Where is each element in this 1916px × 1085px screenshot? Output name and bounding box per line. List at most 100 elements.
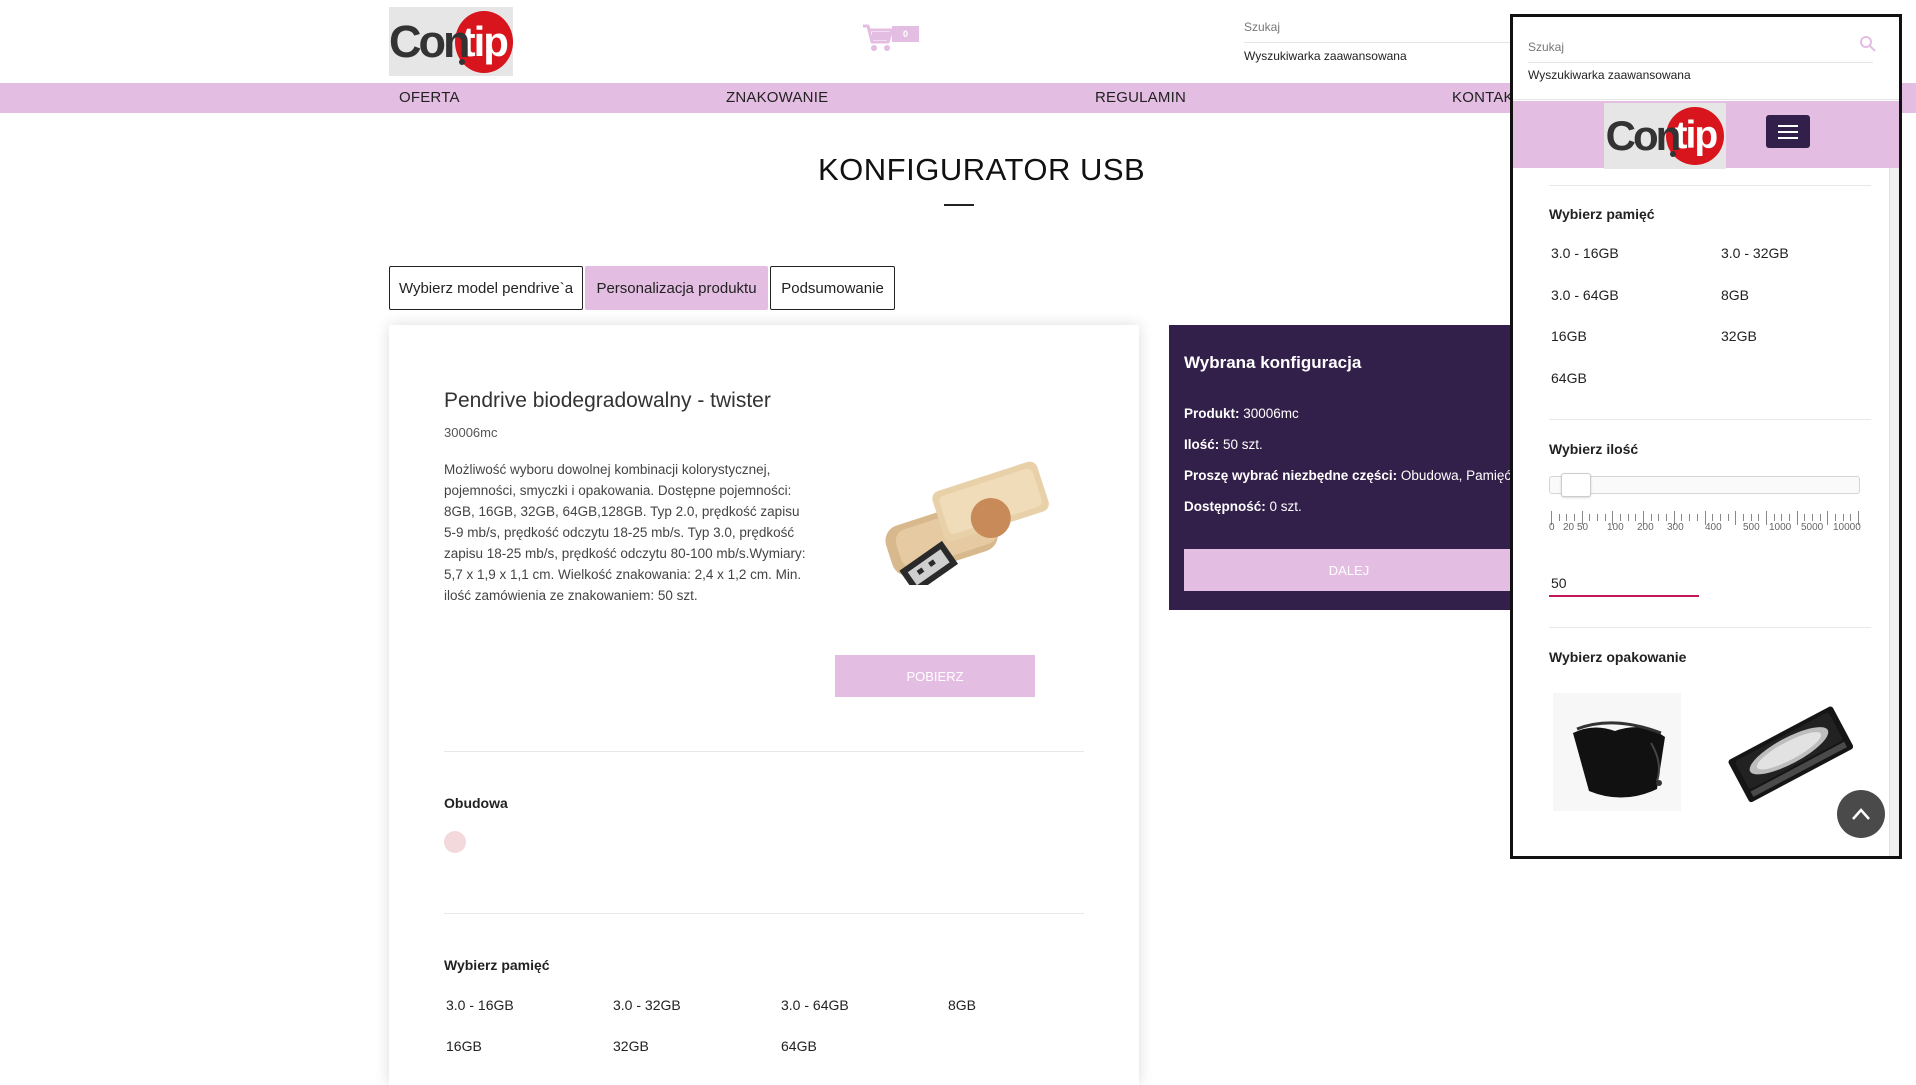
nav-item-oferta[interactable]: OFERTA <box>399 89 460 106</box>
tab-choose-model[interactable]: Wybierz model pendrive`a <box>389 266 583 310</box>
slider-tick-label: 50 <box>1577 522 1589 533</box>
mobile-memory-option[interactable]: 16GB <box>1551 328 1587 344</box>
slider-tick <box>1627 514 1629 521</box>
slider-tick-label: 5000 <box>1801 522 1824 533</box>
slider-tick <box>1811 514 1813 521</box>
search-input[interactable]: Szukaj <box>1244 20 1280 34</box>
quantity-input[interactable]: 50 <box>1549 575 1699 597</box>
menu-toggle-button[interactable] <box>1766 115 1810 148</box>
mobile-advanced-search-link[interactable]: Wyszukiwarka zaawansowana <box>1528 68 1691 82</box>
product-description: Możliwość wyboru dowolnej kombinacji kol… <box>444 462 806 603</box>
config-product-row: Produkt: 30006mc <box>1184 406 1299 421</box>
slider-tick <box>1735 511 1737 525</box>
slider-tick <box>1781 514 1783 521</box>
slider-tick <box>1834 514 1836 521</box>
slider-tick <box>1558 514 1560 521</box>
packaging-box-image[interactable] <box>1725 693 1853 811</box>
slider-tick <box>1788 514 1790 521</box>
section-divider <box>1549 185 1871 186</box>
search-underline <box>1244 42 1514 43</box>
section-divider <box>444 751 1084 752</box>
slider-tick <box>1604 514 1606 521</box>
slider-tick <box>1796 511 1798 525</box>
packaging-pouch-image[interactable] <box>1553 693 1681 811</box>
cart-icon[interactable] <box>862 24 894 52</box>
mobile-memory-option[interactable]: 3.0 - 64GB <box>1551 287 1619 303</box>
section-divider <box>1549 627 1871 628</box>
slider-tick <box>1719 514 1721 521</box>
slider-tick <box>1620 514 1622 521</box>
slider-tick <box>1750 514 1752 521</box>
nav-item-kontakt[interactable]: KONTAK <box>1452 89 1514 106</box>
product-code: 30006mc <box>444 425 498 440</box>
configuration-title: Wybrana konfiguracja <box>1184 353 1362 372</box>
slider-tick <box>1689 514 1691 521</box>
memory-option[interactable]: 64GB <box>781 1038 817 1054</box>
quantity-label: Wybierz ilość <box>1549 441 1639 457</box>
slider-tick <box>1597 514 1599 521</box>
next-button[interactable]: DALEJ <box>1184 549 1514 591</box>
section-divider <box>444 913 1084 914</box>
product-title: Pendrive biodegradowalny - twister <box>444 389 771 412</box>
slider-tick <box>1765 511 1767 525</box>
mobile-memory-option[interactable]: 32GB <box>1721 328 1757 344</box>
memory-option[interactable]: 3.0 - 16GB <box>446 997 514 1013</box>
memory-option[interactable]: 8GB <box>948 997 976 1013</box>
slider-tick-label: 300 <box>1667 522 1684 533</box>
mobile-memory-option[interactable]: 3.0 - 16GB <box>1551 245 1619 261</box>
slider-tick <box>1658 514 1660 521</box>
slider-tick <box>1589 514 1591 521</box>
memory-option[interactable]: 32GB <box>613 1038 649 1054</box>
memory-label: Wybierz pamięć <box>444 957 550 973</box>
header-divider <box>1513 99 1899 100</box>
product-image <box>885 461 1049 585</box>
slider-tick-label: 10000 <box>1833 522 1861 533</box>
chevron-up-icon <box>1852 808 1870 820</box>
mobile-search-underline <box>1528 62 1873 63</box>
slider-tick-label: 200 <box>1637 522 1654 533</box>
logo[interactable]: Con tip <box>389 7 513 76</box>
slider-tick-label: 1000 <box>1769 522 1792 533</box>
mobile-logo[interactable]: Con tip <box>1604 103 1726 169</box>
quantity-slider-track[interactable] <box>1549 476 1860 494</box>
download-button[interactable]: POBIERZ <box>835 655 1035 697</box>
slider-tick <box>1681 514 1683 521</box>
slider-tick <box>1712 514 1714 521</box>
mobile-search-input[interactable]: Szukaj <box>1528 40 1564 54</box>
title-divider <box>944 204 974 206</box>
tab-personalization[interactable]: Personalizacja produktu <box>585 266 768 310</box>
slider-tick <box>1696 514 1698 521</box>
mobile-memory-option[interactable]: 64GB <box>1551 370 1587 386</box>
scrollbar[interactable] <box>1889 168 1899 856</box>
slider-tick <box>1727 514 1729 521</box>
housing-label: Obudowa <box>444 795 508 811</box>
slider-tick <box>1773 514 1775 521</box>
nav-item-regulamin[interactable]: REGULAMIN <box>1095 89 1186 106</box>
slider-tick-label: 100 <box>1607 522 1624 533</box>
slider-tick <box>1827 511 1829 525</box>
memory-option[interactable]: 3.0 - 32GB <box>613 997 681 1013</box>
config-parts-row: Proszę wybrać niezbędne części: Obudowa,… <box>1184 468 1515 483</box>
mobile-memory-option[interactable]: 8GB <box>1721 287 1749 303</box>
tab-summary[interactable]: Podsumowanie <box>770 266 895 310</box>
housing-color-swatch[interactable] <box>444 831 466 853</box>
search-icon[interactable] <box>1859 35 1877 53</box>
quantity-slider-handle[interactable] <box>1561 473 1591 497</box>
scroll-to-top-button[interactable] <box>1837 790 1885 838</box>
nav-item-znakowanie[interactable]: ZNAKOWANIE <box>726 89 828 106</box>
slider-tick <box>1850 514 1852 521</box>
page-title: KONFIGURATOR USB <box>818 152 1146 187</box>
slider-tick-label: 20 <box>1563 522 1575 533</box>
memory-option[interactable]: 16GB <box>446 1038 482 1054</box>
advanced-search-link[interactable]: Wyszukiwarka zaawansowana <box>1244 49 1407 63</box>
slider-tick <box>1666 514 1668 521</box>
mobile-view-panel: Szukaj Wyszukiwarka zaawansowana Con tip… <box>1510 14 1902 859</box>
mobile-memory-option[interactable]: 3.0 - 32GB <box>1721 245 1789 261</box>
memory-option[interactable]: 3.0 - 64GB <box>781 997 849 1013</box>
section-divider <box>1549 419 1871 420</box>
slider-tick-label: 400 <box>1705 522 1722 533</box>
slider-tick-label: 500 <box>1743 522 1760 533</box>
slider-tick <box>1635 514 1637 521</box>
config-availability-row: Dostępność: 0 szt. <box>1184 499 1302 514</box>
slider-tick-label: 0 <box>1549 522 1555 533</box>
